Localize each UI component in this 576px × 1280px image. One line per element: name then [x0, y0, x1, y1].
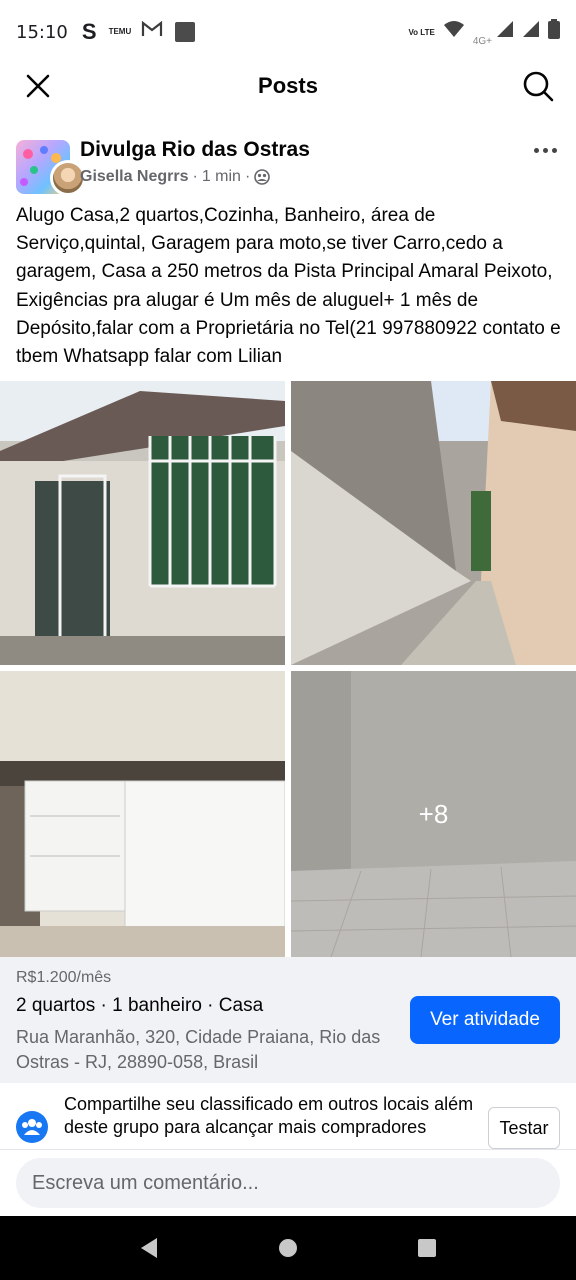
post-body-text: Alugo Casa,2 quartos,Cozinha, Banheiro, … — [16, 205, 561, 368]
dot-icon — [533, 147, 539, 153]
listing-price: R$1.200/mês — [16, 969, 112, 986]
notification-square-icon — [174, 22, 195, 42]
status-bar: 15:10 S TEMU Vo LTE 4G+ — [0, 0, 576, 64]
app-header: Posts — [0, 64, 576, 108]
listing-address: Rua Maranhão, 320, Cidade Praiana, Rio d… — [16, 1027, 381, 1072]
s-app-icon: S — [81, 19, 97, 44]
recents-square-icon — [417, 1239, 436, 1257]
groups-icon — [16, 1111, 48, 1143]
search-button[interactable] — [520, 68, 556, 104]
share-promo-banner: Compartilhe seu classificado em outros l… — [0, 1083, 576, 1149]
dot-icon — [542, 147, 548, 153]
photo-empty-room[interactable]: +8 — [291, 671, 576, 957]
author-name[interactable]: Gisella Negrrs — [80, 168, 189, 186]
group-name[interactable]: Divulga Rio das Ostras — [80, 138, 310, 162]
close-button[interactable] — [22, 70, 54, 102]
signal-icon — [496, 20, 514, 44]
testar-button[interactable]: Testar — [488, 1107, 560, 1149]
more-options-button[interactable] — [530, 140, 560, 160]
photo-house-front[interactable] — [0, 381, 285, 665]
wifi-icon — [443, 20, 465, 44]
status-time: 15:10 — [16, 21, 68, 43]
comment-input[interactable] — [16, 1158, 560, 1208]
dot-icon — [551, 147, 557, 153]
promo-text: Compartilhe seu classificado em outros l… — [64, 1094, 474, 1137]
search-icon — [523, 71, 554, 102]
photo-grid: +8 — [0, 381, 576, 957]
more-photos-overlay[interactable]: +8 — [291, 671, 576, 957]
close-icon — [26, 74, 50, 98]
network-type-label: 4G+ — [472, 35, 492, 47]
gmail-icon — [141, 20, 163, 43]
post-time[interactable]: 1 min — [202, 168, 241, 186]
temu-icon: TEMU — [108, 27, 132, 36]
comment-bar — [0, 1149, 576, 1216]
meta-separator: · — [244, 168, 251, 185]
volte-icon: Vo LTE — [408, 27, 435, 37]
battery-icon — [548, 19, 560, 45]
group-icon — [254, 169, 271, 185]
post-header: Divulga Rio das Ostras Gisella Negrrs · … — [16, 138, 560, 196]
home-circle-icon — [278, 1239, 297, 1257]
ver-atividade-button[interactable]: Ver atividade — [410, 996, 560, 1044]
page-title: Posts — [258, 73, 318, 98]
system-nav-bar — [0, 1216, 576, 1280]
listing-details: 2 quartos · 1 banheiro · Casa — [16, 995, 264, 1016]
nav-recents-button[interactable] — [407, 1228, 447, 1268]
nav-back-button[interactable] — [129, 1228, 169, 1268]
photo-side-corridor[interactable] — [291, 381, 576, 665]
post-meta: Gisella Negrrs · 1 min · — [80, 168, 271, 186]
meta-separator: · — [192, 168, 198, 185]
signal-icon-2 — [522, 20, 540, 44]
listing-card: R$1.200/mês 2 quartos · 1 banheiro · Cas… — [0, 957, 576, 1083]
back-triangle-icon — [141, 1238, 158, 1258]
photo-kitchen[interactable] — [0, 671, 285, 957]
nav-home-button[interactable] — [268, 1228, 308, 1268]
